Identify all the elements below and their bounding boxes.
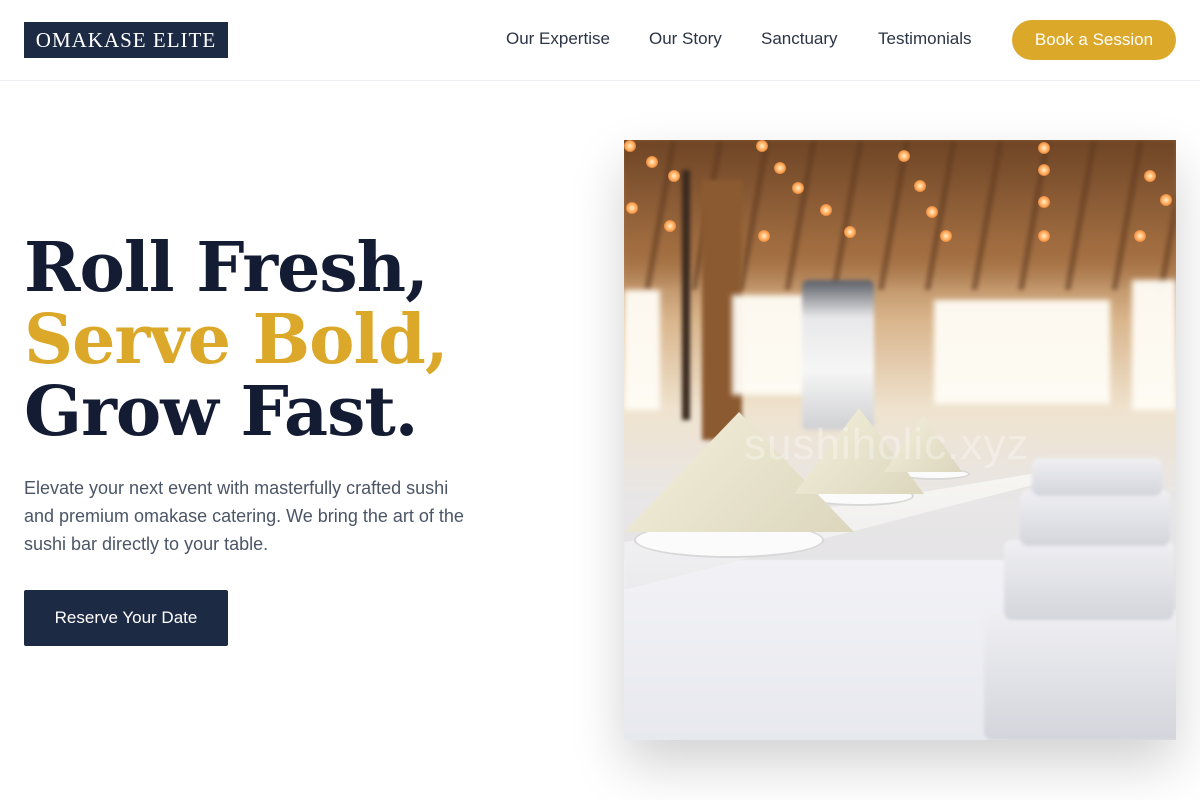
image-window <box>624 290 660 410</box>
nav-link-our-story[interactable]: Our Story <box>649 29 722 49</box>
image-chair <box>1020 490 1170 546</box>
image-light <box>926 206 938 218</box>
image-light <box>756 140 768 152</box>
nav-link-sanctuary[interactable]: Sanctuary <box>761 29 838 49</box>
hero-subtext: Elevate your next event with masterfully… <box>24 478 464 554</box>
book-session-button[interactable]: Book a Session <box>1012 20 1176 60</box>
image-light <box>624 140 636 152</box>
image-light <box>646 156 658 168</box>
hero-banquet-image: sushiholic.xyz <box>624 140 1176 740</box>
nav-link-our-expertise[interactable]: Our Expertise <box>506 29 610 49</box>
image-light <box>774 162 786 174</box>
headline-line-1: Roll Fresh, <box>24 228 429 308</box>
image-window <box>1132 280 1176 410</box>
image-light <box>1160 194 1172 206</box>
image-light <box>1144 170 1156 182</box>
image-light <box>844 226 856 238</box>
image-chair <box>1032 458 1162 496</box>
image-watermark: sushiholic.xyz <box>744 420 1030 469</box>
image-light <box>664 220 676 232</box>
image-chair <box>1004 540 1174 620</box>
image-light <box>1038 230 1050 242</box>
reserve-date-button[interactable]: Reserve Your Date <box>24 590 228 646</box>
image-light <box>820 204 832 216</box>
site-header: OMAKASE ELITE Our Expertise Our Story Sa… <box>0 0 1200 81</box>
image-window <box>934 300 1110 404</box>
brand-logo[interactable]: OMAKASE ELITE <box>24 22 228 58</box>
image-light <box>898 150 910 162</box>
image-light <box>792 182 804 194</box>
image-light <box>1038 142 1050 154</box>
image-light <box>1038 196 1050 208</box>
hero-headline: Roll Fresh, Serve Bold, Grow Fast. <box>24 228 449 452</box>
image-light <box>1134 230 1146 242</box>
headline-line-3: Grow Fast. <box>24 372 418 452</box>
image-light <box>758 230 770 242</box>
image-light <box>914 180 926 192</box>
nav-link-testimonials[interactable]: Testimonials <box>878 29 972 49</box>
image-light <box>940 230 952 242</box>
image-light <box>1038 164 1050 176</box>
image-chair <box>984 610 1176 740</box>
image-lantern <box>802 280 874 430</box>
image-light <box>668 170 680 182</box>
image-light <box>626 202 638 214</box>
image-pillar <box>682 170 690 420</box>
headline-line-2: Serve Bold, <box>24 300 449 380</box>
